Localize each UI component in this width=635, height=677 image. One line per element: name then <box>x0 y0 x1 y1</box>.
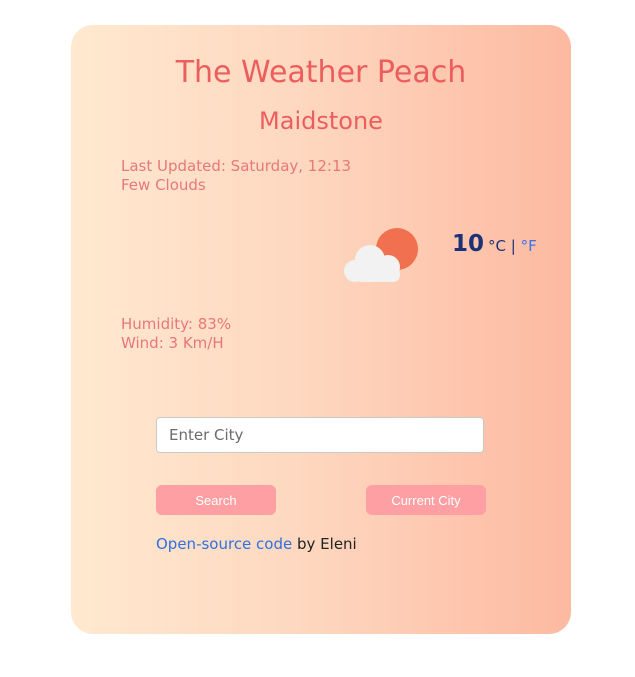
celsius-link[interactable]: °C <box>488 237 506 255</box>
weather-meta: Last Updated: Saturday, 12:13 Few Clouds <box>121 157 351 195</box>
few-clouds-day-icon <box>344 228 418 282</box>
city-search-input[interactable] <box>156 417 484 453</box>
footer-author: by Eleni <box>292 535 357 553</box>
fahrenheit-link[interactable]: °F <box>521 237 537 255</box>
search-button[interactable]: Search <box>156 485 276 515</box>
weather-details: Humidity: 83% Wind: 3 Km/H <box>121 315 231 353</box>
temperature-display: 10 °C | °F <box>452 231 537 257</box>
app-title: The Weather Peach <box>175 55 467 90</box>
footer: Open-source code by Eleni <box>156 535 357 553</box>
humidity: Humidity: 83% <box>121 315 232 333</box>
current-city-button[interactable]: Current City <box>366 485 486 515</box>
unit-separator: | <box>506 237 521 255</box>
wind: Wind: 3 Km/H <box>121 334 224 352</box>
weather-description: Few Clouds <box>121 176 206 194</box>
temperature-value: 10 <box>452 231 485 257</box>
city-name: Maidstone <box>259 107 383 135</box>
last-updated: Last Updated: Saturday, 12:13 <box>121 157 352 175</box>
weather-card: The Weather Peach Maidstone Last Updated… <box>71 25 571 634</box>
open-source-link[interactable]: Open-source code <box>156 535 292 553</box>
